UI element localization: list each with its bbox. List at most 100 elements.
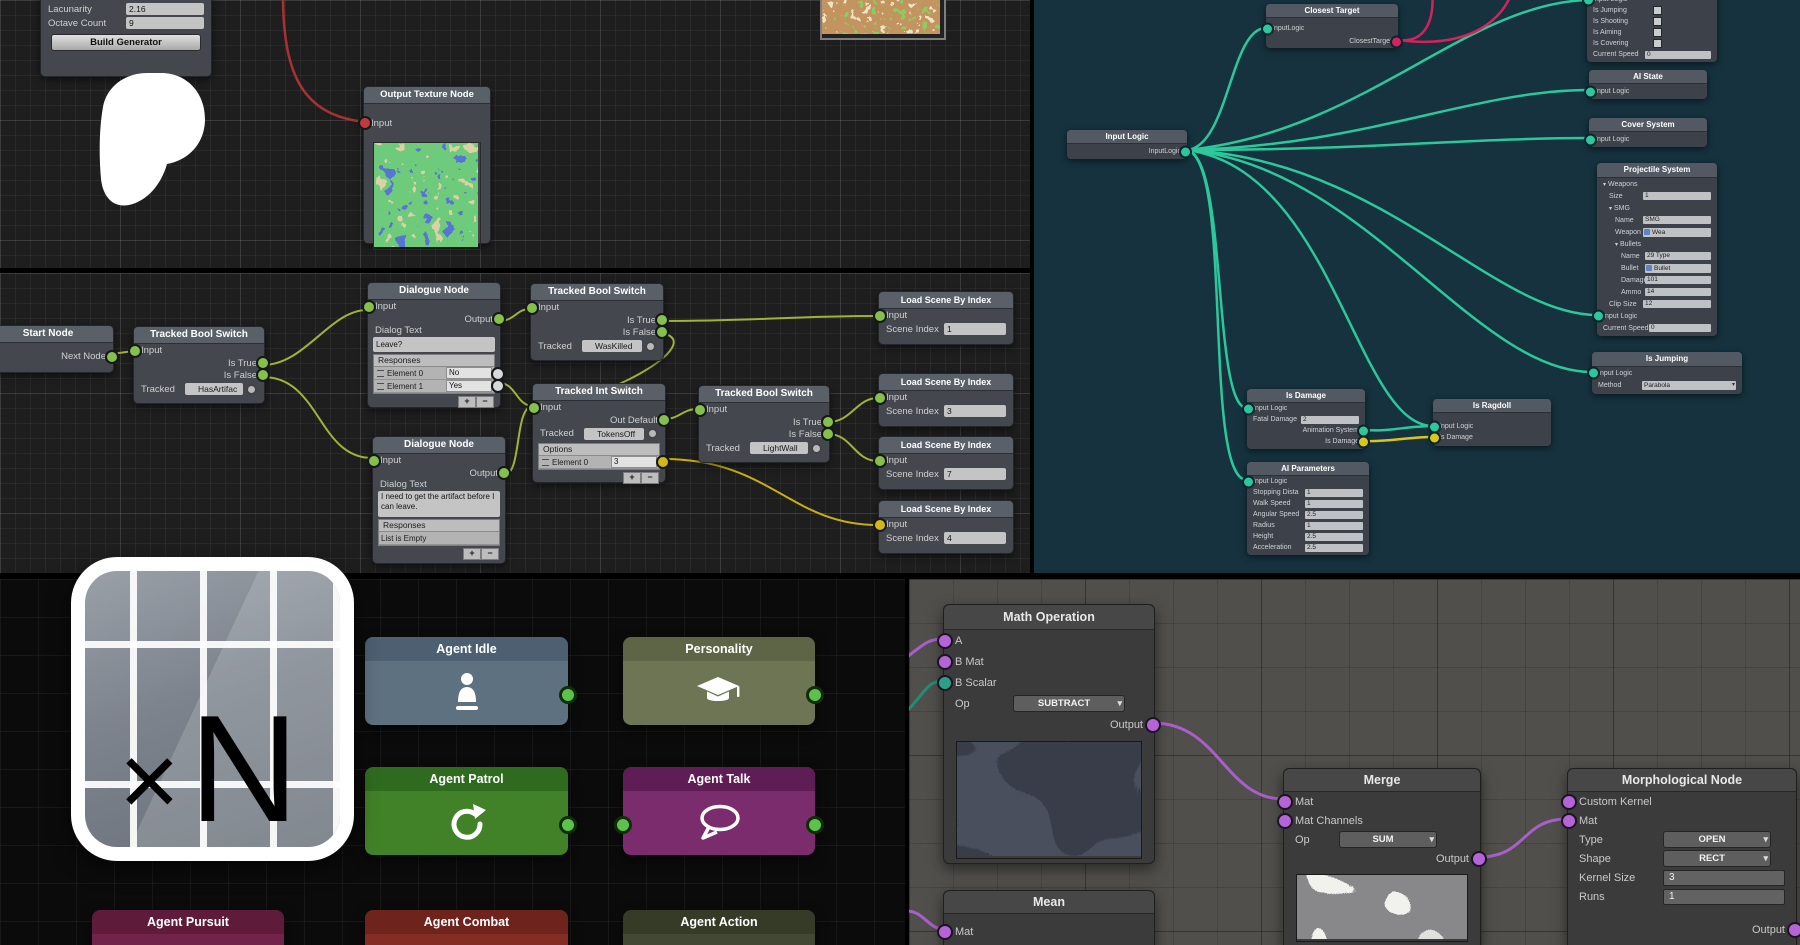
- node-title[interactable]: Closest Target: [1266, 4, 1398, 18]
- remove-element-button[interactable]: −: [641, 472, 659, 484]
- acceleration-field[interactable]: 2.5: [1305, 544, 1363, 552]
- node-title[interactable]: Agent Action: [623, 910, 815, 934]
- input-logic-port[interactable]: [1242, 475, 1255, 488]
- output-port[interactable]: [492, 312, 506, 326]
- input-port[interactable]: [873, 518, 887, 532]
- node-load-scene-1[interactable]: Load Scene By Index Input Scene Index1: [878, 291, 1014, 345]
- output-port[interactable]: [559, 686, 577, 704]
- node-title[interactable]: Merge: [1284, 769, 1480, 792]
- node-title[interactable]: Load Scene By Index: [879, 374, 1013, 391]
- element-value-field[interactable]: 3: [611, 456, 657, 468]
- radius-field[interactable]: 1: [1305, 522, 1363, 530]
- height-field[interactable]: 2.5: [1305, 533, 1363, 541]
- node-title[interactable]: Agent Idle: [365, 637, 568, 661]
- node-merge[interactable]: Merge Mat Mat Channels OpSUM Output: [1283, 768, 1481, 945]
- current-speed-field[interactable]: 0: [1645, 51, 1711, 59]
- mat-channels-port[interactable]: [1277, 813, 1293, 829]
- node-mean[interactable]: Mean Mat: [943, 890, 1155, 945]
- node-agent-patrol[interactable]: Agent Patrol: [365, 767, 568, 855]
- node-is-jumping[interactable]: Is Jumping Input Logic MethodParabola: [1592, 352, 1742, 394]
- inputlogic-output-port[interactable]: [1179, 145, 1192, 158]
- input-logic-port[interactable]: [1592, 310, 1605, 323]
- node-load-scene-3[interactable]: Load Scene By Index Input Scene Index7: [878, 436, 1014, 490]
- input-port[interactable]: [527, 401, 541, 415]
- node-input-logic[interactable]: Input Logic InputLogic: [1067, 130, 1187, 159]
- options-header[interactable]: Options: [539, 444, 659, 456]
- node-title[interactable]: Is Damage: [1247, 389, 1365, 403]
- node-title[interactable]: Math Operation: [944, 605, 1154, 630]
- drag-handle-icon[interactable]: [377, 370, 384, 377]
- node-title[interactable]: Load Scene By Index: [879, 437, 1013, 454]
- input-port[interactable]: [873, 309, 887, 323]
- responses-header[interactable]: Responses: [374, 355, 494, 367]
- node-title[interactable]: Output Texture Node: [364, 87, 490, 104]
- op-dropdown[interactable]: SUBTRACT: [1013, 695, 1125, 712]
- node-title[interactable]: Mean: [944, 891, 1154, 914]
- scene-index-field[interactable]: 4: [944, 532, 1006, 544]
- b-mat-port[interactable]: [937, 654, 953, 670]
- response-port[interactable]: [491, 379, 505, 393]
- weapon-object-field[interactable]: Wea: [1643, 228, 1711, 237]
- input-port[interactable]: [693, 403, 707, 417]
- lacunarity-field[interactable]: 2.16: [126, 3, 204, 15]
- is-false-port[interactable]: [256, 368, 270, 382]
- node-dialogue-1[interactable]: Dialogue Node Input Output Dialog Text L…: [367, 282, 501, 408]
- node-title[interactable]: Cover System: [1589, 118, 1707, 132]
- mat-port[interactable]: [1277, 794, 1293, 810]
- fatal-damage-field[interactable]: 2: [1301, 416, 1359, 424]
- tracked-object-field[interactable]: HasArtifac: [185, 383, 243, 395]
- node-morphological[interactable]: Morphological Node Custom Kernel Mat Typ…: [1567, 768, 1797, 945]
- scene-index-field[interactable]: 3: [944, 405, 1006, 417]
- custom-kernel-port[interactable]: [1561, 794, 1577, 810]
- bullet-object-field[interactable]: Bullet: [1645, 264, 1711, 273]
- dialog-text-field[interactable]: Leave?: [373, 337, 495, 352]
- node-title[interactable]: Agent Combat: [365, 910, 568, 934]
- add-element-button[interactable]: +: [623, 472, 641, 484]
- node-title[interactable]: Load Scene By Index: [879, 501, 1013, 518]
- name-field[interactable]: SMG: [1643, 216, 1711, 224]
- remove-element-button[interactable]: −: [476, 396, 494, 408]
- b-scalar-port[interactable]: [937, 675, 953, 691]
- input-port[interactable]: [873, 454, 887, 468]
- drag-handle-icon[interactable]: [377, 383, 384, 390]
- angular-speed-field[interactable]: 2.5: [1305, 511, 1363, 519]
- node-load-scene-4[interactable]: Load Scene By Index Input Scene Index4: [878, 500, 1014, 554]
- element-value-field[interactable]: Yes: [446, 380, 492, 392]
- node-cover-system[interactable]: Cover System Input Logic: [1589, 118, 1707, 147]
- responses-header[interactable]: Responses: [379, 520, 499, 532]
- output-port[interactable]: [1787, 922, 1800, 938]
- node-tracked-bool-switch-1[interactable]: Tracked Bool Switch Input Is True Is Fal…: [133, 326, 265, 404]
- node-math-operation[interactable]: Math Operation A B Mat B Scalar OpSUBTRA…: [943, 604, 1155, 864]
- is-damage-port[interactable]: [1428, 431, 1441, 444]
- kernel-size-field[interactable]: 3: [1663, 870, 1785, 886]
- node-is-damage[interactable]: Is Damage Input Logic Fatal Damage2 Anim…: [1247, 389, 1365, 449]
- bullet-name-field[interactable]: 29 Type: [1645, 252, 1711, 260]
- shape-dropdown[interactable]: RECT: [1663, 850, 1771, 867]
- node-title[interactable]: Personality: [623, 637, 815, 661]
- node-projectile-system[interactable]: Projectile System Weapons Size1 SMG Name…: [1597, 163, 1717, 336]
- node-title[interactable]: Agent Talk: [623, 767, 815, 791]
- list-item[interactable]: Element 0No: [374, 367, 494, 380]
- mat-port[interactable]: [1561, 813, 1577, 829]
- is-false-port[interactable]: [821, 427, 835, 441]
- object-picker-icon[interactable]: [811, 443, 822, 454]
- scene-index-field[interactable]: 1: [944, 323, 1006, 335]
- mat-port[interactable]: [937, 924, 953, 940]
- input-port[interactable]: [525, 301, 539, 315]
- node-title[interactable]: Agent Pursuit: [92, 910, 284, 934]
- input-port[interactable]: [358, 116, 372, 130]
- is-covering-checkbox[interactable]: [1653, 39, 1662, 48]
- output-port[interactable]: [497, 466, 511, 480]
- tracked-object-field[interactable]: LightWall: [750, 442, 808, 454]
- node-ai-parameters[interactable]: AI Parameters Input Logic Stopping Dista…: [1247, 462, 1369, 555]
- node-title[interactable]: Is Ragdoll: [1433, 399, 1551, 413]
- scene-index-field[interactable]: 7: [944, 468, 1006, 480]
- input-logic-port[interactable]: [1242, 402, 1255, 415]
- octave-count-field[interactable]: 9: [126, 17, 204, 29]
- node-agent-talk[interactable]: Agent Talk: [623, 767, 815, 855]
- output-port[interactable]: [1145, 717, 1161, 733]
- output-port[interactable]: [559, 816, 577, 834]
- node-title[interactable]: Dialogue Node: [368, 283, 500, 300]
- is-shooting-checkbox[interactable]: [1653, 17, 1662, 26]
- list-item[interactable]: Element 03: [539, 456, 659, 469]
